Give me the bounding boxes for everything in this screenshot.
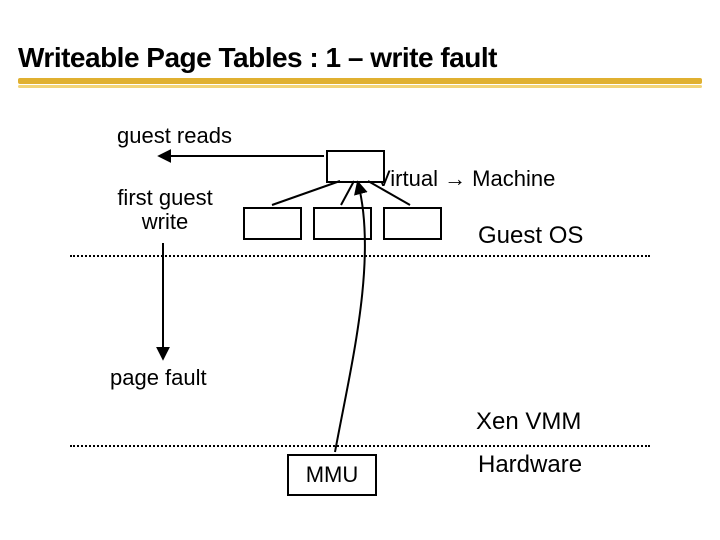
child-box-1 — [243, 207, 302, 240]
child-box-3 — [383, 207, 442, 240]
label-first-guest-write: first guest write — [105, 186, 225, 234]
zone-hardware: Hardware — [478, 451, 582, 479]
mmu-box: MMU — [287, 454, 377, 496]
child-box-2 — [313, 207, 372, 240]
title-underline — [18, 78, 702, 88]
mmu-label: MMU — [306, 462, 359, 488]
tree-edge-mid — [341, 181, 354, 205]
label-virtual-machine: Virtual → Machine — [376, 167, 555, 191]
label-page-fault: page fault — [110, 366, 207, 390]
zone-guest-os: Guest OS — [478, 222, 583, 250]
label-guest-reads: guest reads — [117, 124, 232, 148]
separator-guest-xen — [70, 255, 650, 257]
label-first-guest-write-l1: first guest — [105, 186, 225, 210]
separator-xen-hardware — [70, 445, 650, 447]
slide-title: Writeable Page Tables : 1 – write fault — [18, 42, 497, 74]
zone-xen-vmm: Xen VMM — [476, 408, 581, 436]
label-first-guest-write-l2: write — [105, 210, 225, 234]
tree-edge-left — [272, 181, 340, 205]
top-page-table-box — [326, 150, 385, 183]
